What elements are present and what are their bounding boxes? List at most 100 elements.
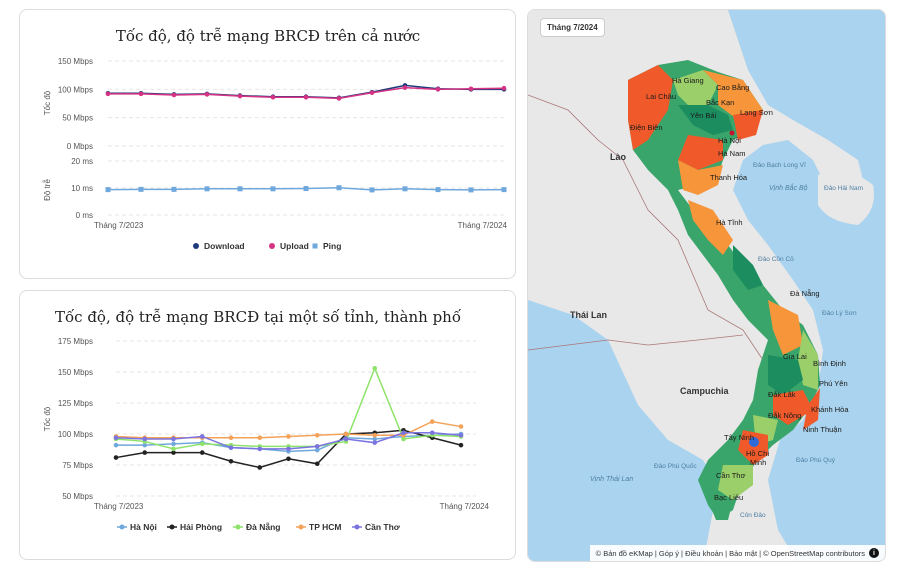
label-bach-long-vi: Đảo Bạch Long Vĩ [753,162,807,169]
data-point[interactable] [458,442,464,448]
data-point[interactable] [468,86,474,92]
data-point[interactable] [237,93,243,99]
data-point[interactable] [228,445,234,450]
data-point[interactable] [171,436,176,442]
data-point[interactable] [343,436,349,442]
data-point[interactable] [257,435,263,441]
label-ha-nam: Hà Nam [718,149,746,158]
legend-marker[interactable] [312,243,318,249]
data-point[interactable] [228,435,234,441]
data-point[interactable] [402,186,408,192]
data-point[interactable] [270,94,276,100]
label-lao: Lào [610,152,627,162]
data-point[interactable] [113,435,119,441]
data-point[interactable] [303,186,309,192]
legend-label[interactable]: Hải Phòng [180,522,222,532]
legend-marker[interactable] [119,524,125,530]
data-point[interactable] [171,92,177,98]
label-da-nang: Đà Nẵng [790,289,820,298]
legend-label[interactable]: Cần Thơ [365,522,401,532]
legend-label[interactable]: Upload [280,241,309,251]
speed-axis-title: Tốc độ [43,90,52,115]
legend-marker[interactable] [354,524,360,530]
label-con-dao: Côn Đảo [740,512,766,519]
data-point[interactable] [113,442,119,448]
vietnam-map[interactable]: Lào Thái Lan Campuchia Vịnh Bắc Bộ Vịnh … [527,9,886,562]
data-point[interactable] [336,185,342,191]
data-point[interactable] [228,458,234,464]
map-month-badge: Tháng 7/2024 [540,18,605,37]
data-point[interactable] [286,446,291,452]
data-point[interactable] [286,434,291,439]
data-point[interactable] [171,186,177,192]
data-point[interactable] [372,365,378,371]
data-point[interactable] [142,436,148,442]
data-point[interactable] [314,444,320,449]
data-point[interactable] [468,187,474,193]
data-point[interactable] [105,91,111,97]
legend-label[interactable]: Ping [323,241,341,251]
data-point[interactable] [435,187,441,193]
data-point[interactable] [257,465,263,470]
legend-label[interactable]: Download [204,241,245,251]
data-point[interactable] [372,440,378,445]
attribution-text[interactable]: © Bản đồ eKMap | Góp ý | Điều khoản | Bả… [596,549,865,558]
y-tick-label: 10 ms [71,184,93,193]
data-point[interactable] [501,187,507,193]
legend-label[interactable]: Hà Nội [130,522,157,532]
x-tick-end: Tháng 7/2024 [458,221,508,230]
legend-label[interactable]: TP HCM [309,522,341,532]
data-point[interactable] [303,94,309,100]
data-point[interactable] [237,186,243,192]
map-canvas[interactable]: Lào Thái Lan Campuchia Vịnh Bắc Bộ Vịnh … [528,10,886,562]
chart-title: Tốc độ, độ trễ mạng BRCĐ trên cả nước [116,27,420,45]
legend-marker[interactable] [298,524,304,530]
data-point[interactable] [343,431,349,437]
data-point[interactable] [270,186,276,192]
data-point[interactable] [199,441,205,447]
data-point[interactable] [402,85,408,90]
data-point[interactable] [314,432,320,438]
info-icon[interactable]: i [869,548,879,558]
data-point[interactable] [105,187,111,193]
legend-marker[interactable] [269,243,275,249]
data-point[interactable] [171,446,176,452]
data-point[interactable] [204,92,210,97]
data-point[interactable] [314,461,320,467]
data-point[interactable] [199,434,205,439]
data-point[interactable] [257,446,263,452]
data-point[interactable] [435,87,441,92]
label-bac-kan: Bắc Kạn [706,98,734,107]
data-point[interactable] [401,430,406,436]
data-point[interactable] [199,450,205,455]
y-tick-label: 125 Mbps [58,399,93,408]
data-point[interactable] [429,430,435,436]
label-thailand: Thái Lan [570,310,607,320]
data-point[interactable] [369,187,375,193]
data-point[interactable] [142,450,148,455]
data-point[interactable] [204,186,210,192]
ha-noi-marker[interactable] [729,130,735,136]
legend-marker[interactable] [235,524,241,530]
data-point[interactable] [286,456,291,462]
y-tick-label: 175 Mbps [58,337,93,346]
data-point[interactable] [458,424,464,429]
data-point[interactable] [372,432,378,438]
data-point[interactable] [336,96,342,101]
data-point[interactable] [138,186,144,192]
data-point[interactable] [501,85,507,91]
data-point[interactable] [138,91,144,97]
legend-marker[interactable] [169,524,175,530]
map-attribution[interactable]: © Bản đồ eKMap | Góp ý | Điều khoản | Bả… [589,545,885,561]
data-point[interactable] [113,455,119,460]
label-yen-bai: Yên Bái [690,111,717,120]
legend-label[interactable]: Đà Nẵng [246,521,280,532]
legend-marker[interactable] [193,243,199,249]
data-point[interactable] [429,419,435,424]
label-phu-quoc: Đảo Phú Quốc [654,461,697,470]
label-cambodia: Campuchia [680,386,730,396]
data-point[interactable] [369,90,375,96]
data-point[interactable] [171,441,176,447]
data-point[interactable] [458,432,464,438]
label-phu-quy: Đảo Phú Quý [796,457,836,464]
